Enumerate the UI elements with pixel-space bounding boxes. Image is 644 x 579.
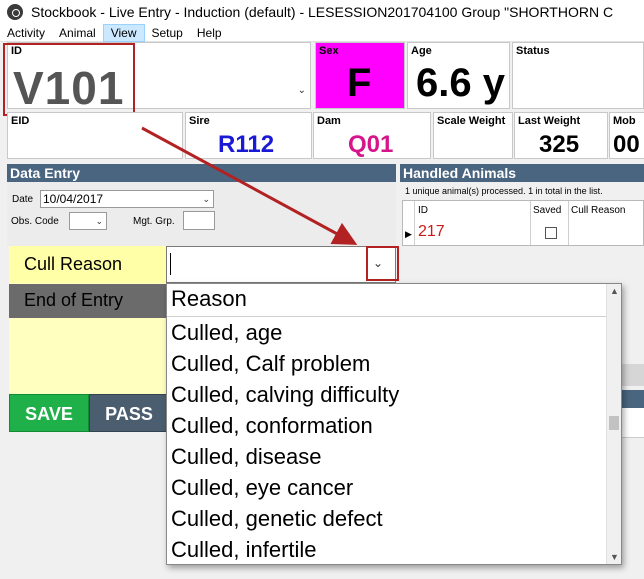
app-icon — [7, 4, 23, 20]
status-label: Status — [516, 45, 550, 57]
column-header-id[interactable]: ID — [418, 205, 428, 216]
age-label: Age — [411, 45, 432, 57]
chevron-down-icon[interactable]: ⌄ — [298, 85, 306, 96]
eid-label: EID — [11, 115, 30, 127]
sire-panel: Sire R112 — [185, 112, 312, 159]
handled-grid: ID Saved Cull Reason ▶ 217 — [402, 200, 644, 246]
date-label: Date — [12, 194, 34, 205]
cull-reason-row: Cull Reason — [9, 246, 166, 283]
dropdown-separator — [167, 316, 607, 317]
grid-divider — [568, 201, 569, 245]
dropdown-option[interactable]: Culled, age — [171, 318, 399, 349]
cull-reason-label: Cull Reason — [24, 254, 123, 274]
text-caret — [170, 253, 171, 275]
scroll-down-icon[interactable]: ▼ — [610, 552, 619, 562]
end-of-entry-label: End of Entry — [24, 290, 124, 310]
menu-view[interactable]: View — [102, 23, 145, 42]
mob-label: Mob — [613, 115, 636, 127]
grid-divider — [414, 201, 415, 245]
dam-panel: Dam Q01 — [313, 112, 431, 159]
age-panel: Age 6.6 y — [407, 42, 510, 109]
dropdown-option[interactable]: Culled, Calf problem — [171, 349, 399, 380]
data-entry-form: Date 10/04/2017 ⌄ Obs. Code ⌄ Mgt. Grp. — [7, 182, 396, 246]
stockbook-window: Stockbook - Live Entry - Induction (defa… — [0, 0, 644, 579]
window-title: Stockbook - Live Entry - Induction (defa… — [31, 4, 614, 20]
obs-code-label: Obs. Code — [11, 216, 59, 227]
obs-code-select[interactable]: ⌄ — [69, 212, 107, 230]
mob-value: 00 — [613, 131, 640, 158]
scale-weight-panel: Scale Weight — [433, 112, 513, 159]
id-annotation-box — [3, 43, 135, 116]
dropdown-option[interactable]: Culled, eye cancer — [171, 473, 399, 504]
sire-value: R112 — [218, 131, 275, 158]
menu-animal[interactable]: Animal — [52, 24, 103, 42]
mob-panel: Mob 00 — [609, 112, 644, 159]
column-header-cull-reason[interactable]: Cull Reason — [571, 205, 625, 216]
cull-reason-select[interactable] — [166, 246, 396, 283]
sex-value: F — [347, 61, 372, 105]
dam-value: Q01 — [348, 131, 394, 158]
last-weight-label: Last Weight — [518, 115, 581, 127]
mgt-grp-input[interactable] — [183, 211, 215, 230]
handled-animals-header: Handled Animals — [400, 164, 644, 182]
last-weight-panel: Last Weight 325 — [514, 112, 608, 159]
date-value: 10/04/2017 — [43, 192, 104, 206]
date-picker[interactable]: 10/04/2017 ⌄ — [40, 190, 214, 208]
data-entry-header: Data Entry — [7, 164, 396, 182]
dropdown-option[interactable]: Culled, disease — [171, 442, 399, 473]
sex-label: Sex — [319, 45, 339, 57]
eid-panel: EID — [7, 112, 183, 159]
scroll-thumb[interactable] — [609, 416, 619, 430]
scale-weight-label: Scale Weight — [437, 115, 506, 127]
dropdown-items: Culled, age Culled, Calf problem Culled,… — [171, 318, 399, 564]
pass-button[interactable]: PASS — [89, 394, 169, 432]
menu-setup[interactable]: Setup — [145, 24, 190, 42]
grid-divider — [530, 201, 531, 245]
dropdown-option[interactable]: Culled, genetic defect — [171, 504, 399, 535]
chevron-annotation-box — [366, 246, 399, 281]
chevron-down-icon: ⌄ — [95, 216, 103, 226]
end-of-entry-row[interactable]: End of Entry — [9, 284, 166, 318]
sire-label: Sire — [189, 115, 210, 127]
dropdown-option[interactable]: Culled, calving difficulty — [171, 380, 399, 411]
menu-activity[interactable]: Activity — [0, 24, 52, 42]
status-panel: Status — [512, 42, 644, 109]
chevron-down-icon: ⌄ — [202, 194, 210, 204]
dam-label: Dam — [317, 115, 341, 127]
title-bar: Stockbook - Live Entry - Induction (defa… — [0, 0, 644, 24]
column-header-saved[interactable]: Saved — [533, 205, 561, 216]
dropdown-option[interactable]: Culled, conformation — [171, 411, 399, 442]
saved-checkbox[interactable] — [545, 227, 557, 239]
dropdown-option[interactable]: Culled, infertile — [171, 535, 399, 564]
sex-panel: Sex F — [315, 42, 405, 109]
menu-help[interactable]: Help — [190, 24, 229, 42]
last-weight-value: 325 — [539, 131, 580, 158]
save-button[interactable]: SAVE — [9, 394, 89, 432]
scroll-up-icon[interactable]: ▲ — [610, 286, 619, 296]
cull-reason-dropdown[interactable]: Reason Culled, age Culled, Calf problem … — [166, 283, 622, 565]
dropdown-scrollbar[interactable]: ▲ ▼ — [606, 284, 621, 564]
mgt-grp-label: Mgt. Grp. — [133, 216, 175, 227]
row-pointer-icon: ▶ — [405, 229, 412, 239]
age-value: 6.6 y — [416, 61, 505, 105]
grid-row-id[interactable]: 217 — [418, 223, 445, 241]
handled-summary: 1 unique animal(s) processed. 1 in total… — [405, 186, 603, 196]
dropdown-header: Reason — [171, 286, 247, 311]
menu-bar: Activity Animal View Setup Help — [0, 23, 644, 42]
